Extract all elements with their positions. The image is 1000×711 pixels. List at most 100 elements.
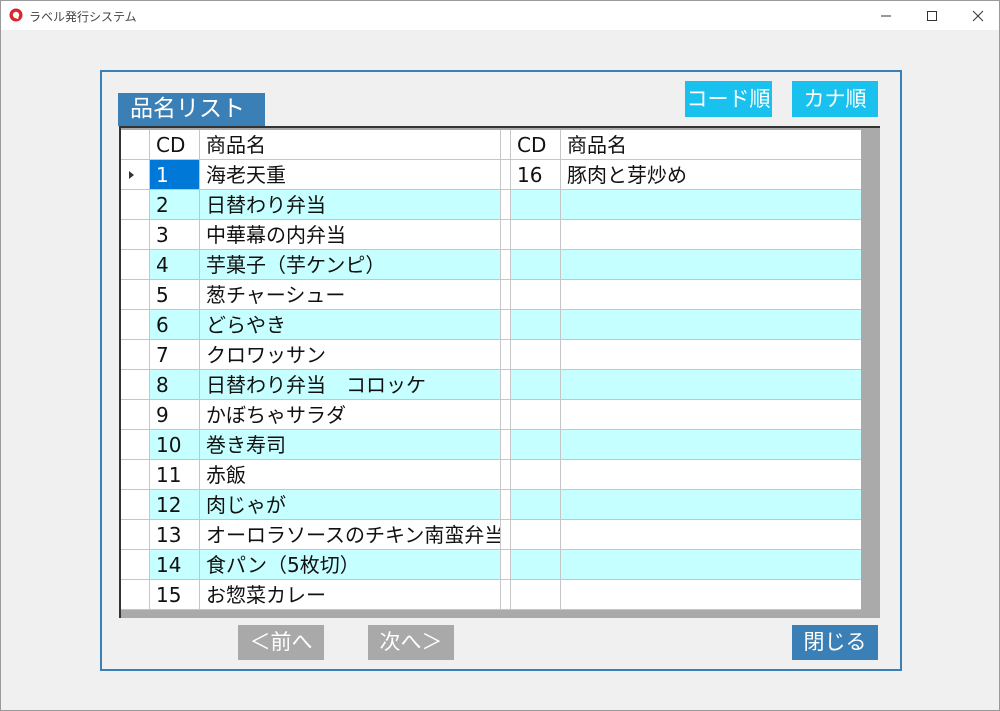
table-row[interactable]: 8 日替わり弁当 コロッケ: [121, 370, 861, 400]
name-cell-right[interactable]: [561, 220, 861, 249]
sort-by-kana-button[interactable]: カナ順: [792, 81, 878, 117]
column-separator[interactable]: [501, 160, 511, 189]
row-selector[interactable]: [121, 460, 150, 489]
row-selector[interactable]: [121, 250, 150, 279]
cd-cell-left[interactable]: 9: [150, 400, 200, 429]
row-selector[interactable]: [121, 490, 150, 519]
name-cell-left[interactable]: 葱チャーシュー: [200, 280, 501, 309]
name-cell-right[interactable]: [561, 340, 861, 369]
column-separator[interactable]: [501, 490, 511, 519]
column-separator[interactable]: [501, 310, 511, 339]
cd-cell-left[interactable]: 11: [150, 460, 200, 489]
cd-cell-left[interactable]: 14: [150, 550, 200, 579]
cd-cell-left[interactable]: 2: [150, 190, 200, 219]
name-cell-right[interactable]: [561, 430, 861, 459]
name-cell-right[interactable]: [561, 280, 861, 309]
column-separator[interactable]: [501, 550, 511, 579]
row-selector[interactable]: [121, 550, 150, 579]
name-cell-left[interactable]: 肉じゃが: [200, 490, 501, 519]
table-row[interactable]: 3 中華幕の内弁当: [121, 220, 861, 250]
cd-cell-left[interactable]: 6: [150, 310, 200, 339]
cd-cell-left[interactable]: 5: [150, 280, 200, 309]
cd-cell-right[interactable]: [511, 400, 561, 429]
table-row[interactable]: 7 クロワッサン: [121, 340, 861, 370]
name-cell-left[interactable]: 中華幕の内弁当: [200, 220, 501, 249]
name-cell-left[interactable]: 巻き寿司: [200, 430, 501, 459]
prev-page-button[interactable]: ＜前へ: [238, 625, 324, 660]
name-cell-right[interactable]: [561, 550, 861, 579]
row-selector[interactable]: [121, 220, 150, 249]
table-row[interactable]: 2 日替わり弁当: [121, 190, 861, 220]
column-separator[interactable]: [501, 220, 511, 249]
name-cell-right[interactable]: [561, 250, 861, 279]
table-row[interactable]: 11 赤飯: [121, 460, 861, 490]
name-cell-right[interactable]: [561, 370, 861, 399]
name-cell-left[interactable]: 食パン（5枚切）: [200, 550, 501, 579]
sort-by-code-button[interactable]: コード順: [685, 81, 772, 117]
row-selector[interactable]: [121, 370, 150, 399]
header-name-left[interactable]: 商品名: [200, 130, 501, 159]
maximize-button[interactable]: [909, 1, 955, 30]
table-row[interactable]: 9 かぼちゃサラダ: [121, 400, 861, 430]
table-row[interactable]: 4 芋菓子（芋ケンピ）: [121, 250, 861, 280]
cd-cell-right[interactable]: [511, 340, 561, 369]
cd-cell-left[interactable]: 1: [150, 160, 200, 189]
cd-cell-right[interactable]: [511, 310, 561, 339]
row-selector[interactable]: [121, 280, 150, 309]
cd-cell-right[interactable]: 16: [511, 160, 561, 189]
cd-cell-left[interactable]: 7: [150, 340, 200, 369]
row-selector[interactable]: [121, 580, 150, 609]
cd-cell-right[interactable]: [511, 280, 561, 309]
column-separator[interactable]: [501, 520, 511, 549]
close-window-button[interactable]: [955, 1, 1000, 30]
cd-cell-right[interactable]: [511, 370, 561, 399]
product-grid[interactable]: CD 商品名 CD 商品名 1 海老天重 16 豚肉と芽炒め 2 日替わり弁当 3 中華幕の内…: [119, 126, 880, 618]
column-separator[interactable]: [501, 400, 511, 429]
cd-cell-right[interactable]: [511, 550, 561, 579]
table-row[interactable]: 10 巻き寿司: [121, 430, 861, 460]
column-separator[interactable]: [501, 340, 511, 369]
column-separator[interactable]: [501, 460, 511, 489]
cd-cell-left[interactable]: 13: [150, 520, 200, 549]
table-row[interactable]: 14 食パン（5枚切）: [121, 550, 861, 580]
table-row[interactable]: 15 お惣菜カレー: [121, 580, 861, 610]
cd-cell-right[interactable]: [511, 460, 561, 489]
header-cd-left[interactable]: CD: [150, 130, 200, 159]
name-cell-left[interactable]: かぼちゃサラダ: [200, 400, 501, 429]
row-selector[interactable]: [121, 190, 150, 219]
cd-cell-right[interactable]: [511, 430, 561, 459]
column-separator[interactable]: [501, 430, 511, 459]
name-cell-left[interactable]: 日替わり弁当: [200, 190, 501, 219]
minimize-button[interactable]: [863, 1, 909, 30]
name-cell-left[interactable]: オーロラソースのチキン南蛮弁当: [200, 520, 501, 549]
cd-cell-left[interactable]: 10: [150, 430, 200, 459]
cd-cell-right[interactable]: [511, 190, 561, 219]
cd-cell-left[interactable]: 4: [150, 250, 200, 279]
name-cell-left[interactable]: 日替わり弁当 コロッケ: [200, 370, 501, 399]
name-cell-right[interactable]: [561, 490, 861, 519]
name-cell-right[interactable]: [561, 400, 861, 429]
table-row[interactable]: 1 海老天重 16 豚肉と芽炒め: [121, 160, 861, 190]
cd-cell-right[interactable]: [511, 220, 561, 249]
cd-cell-left[interactable]: 3: [150, 220, 200, 249]
header-cd-right[interactable]: CD: [511, 130, 561, 159]
name-cell-right[interactable]: [561, 310, 861, 339]
name-cell-left[interactable]: クロワッサン: [200, 340, 501, 369]
cd-cell-right[interactable]: [511, 580, 561, 609]
row-selector[interactable]: [121, 520, 150, 549]
name-cell-left[interactable]: 海老天重: [200, 160, 501, 189]
cd-cell-right[interactable]: [511, 490, 561, 519]
table-row[interactable]: 5 葱チャーシュー: [121, 280, 861, 310]
cd-cell-left[interactable]: 12: [150, 490, 200, 519]
row-selector[interactable]: [121, 400, 150, 429]
header-name-right[interactable]: 商品名: [561, 130, 861, 159]
name-cell-left[interactable]: 赤飯: [200, 460, 501, 489]
table-row[interactable]: 6 どらやき: [121, 310, 861, 340]
row-selector[interactable]: [121, 310, 150, 339]
cd-cell-right[interactable]: [511, 250, 561, 279]
column-separator[interactable]: [501, 370, 511, 399]
table-row[interactable]: 12 肉じゃが: [121, 490, 861, 520]
next-page-button[interactable]: 次へ＞: [368, 625, 454, 660]
name-cell-left[interactable]: 芋菓子（芋ケンピ）: [200, 250, 501, 279]
column-separator[interactable]: [501, 190, 511, 219]
